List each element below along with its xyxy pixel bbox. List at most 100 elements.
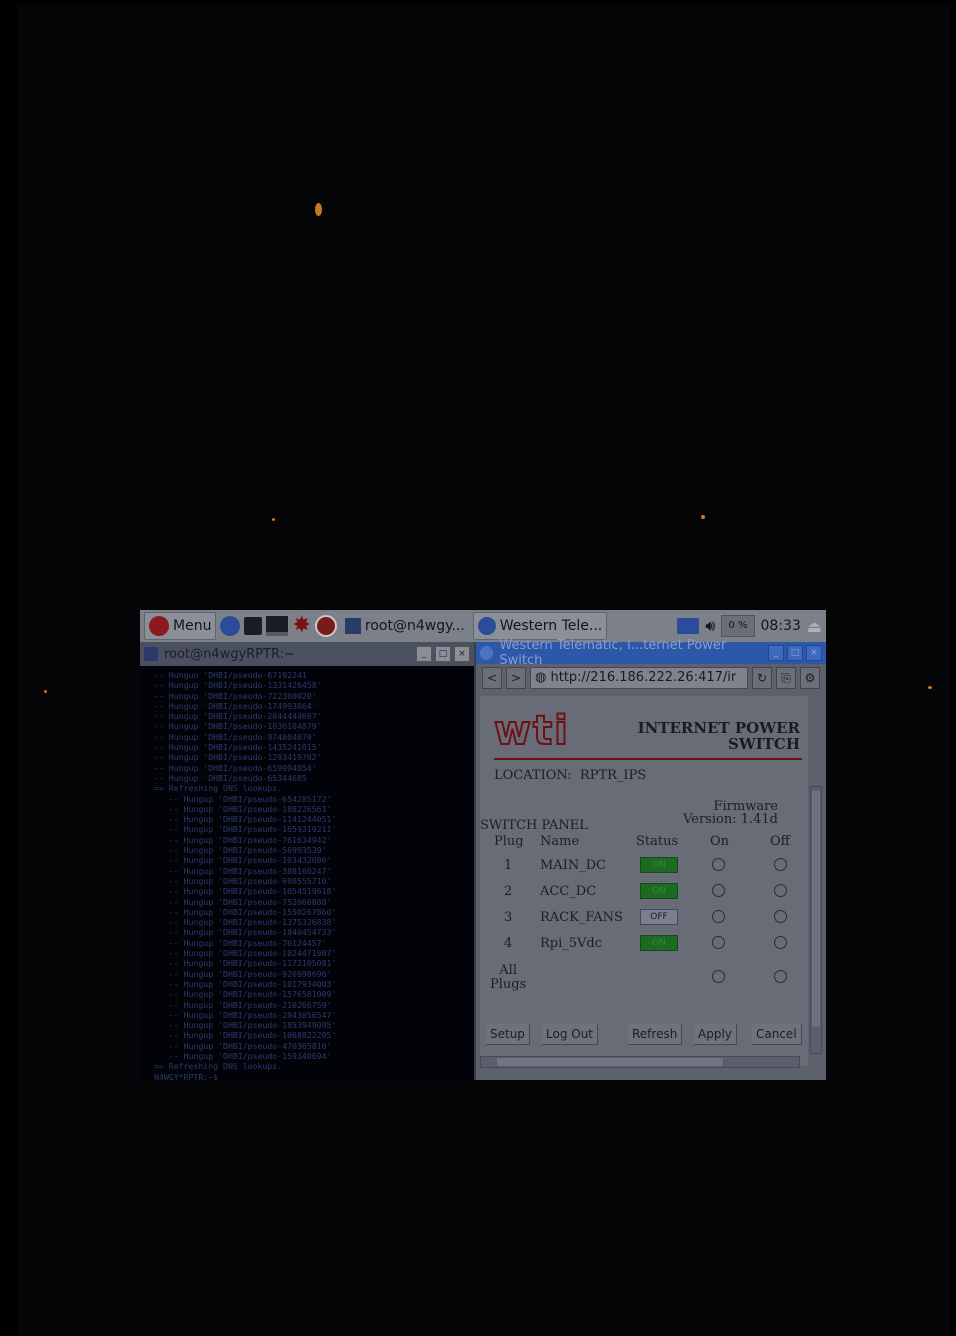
close-button[interactable]: × xyxy=(806,645,822,661)
browser-icon xyxy=(480,646,494,660)
col-off-header: Off xyxy=(770,834,790,849)
eject-icon[interactable]: ⏏ xyxy=(807,617,822,636)
browser-titlebar[interactable]: Western Telematic, I...ternet Power Swit… xyxy=(476,638,826,668)
terminal-line: -- Hungup 'DHBI/pseudo-103432086' xyxy=(154,855,332,866)
vertical-scrollbar[interactable] xyxy=(810,786,822,1054)
terminal-line: -- Hungup 'DHBI/pseudo-974004079' xyxy=(154,731,317,742)
status-badge: OFF xyxy=(640,909,678,925)
task-browser[interactable]: Western Tele... xyxy=(472,612,608,640)
horizontal-scrollbar[interactable] xyxy=(480,1056,800,1068)
browser-icon xyxy=(477,617,496,635)
bookmark-icon[interactable]: ⎘ xyxy=(776,667,796,689)
terminal-line: -- Hungup 'DHBI/pseudo-1331426458' xyxy=(154,680,322,691)
terminal-output[interactable]: -- Hunguo 'DHBI/pseudo-67192241 -- Hungup… xyxy=(140,666,474,1080)
all-off-radio[interactable] xyxy=(774,970,787,983)
terminal-line: -- Hungup 'DHBI/pseudo-1036104879' xyxy=(154,721,322,732)
terminal-line: -- Hungup 'DHBI/pseudo-159340694' xyxy=(154,1050,332,1061)
terminal-line: -- Hungup 'DHBI/pseudo-1024471987' xyxy=(154,948,337,959)
terminal-title: root@n4wgyRPTR:~ xyxy=(164,646,295,662)
terminal-window[interactable]: root@n4wgyRPTR:~ _ □ × -- Hunguo 'DHBI/p… xyxy=(140,642,476,1080)
close-button[interactable]: × xyxy=(454,646,470,662)
terminal-line: -- Hungup 'DHBI/pseudo-1550267860' xyxy=(154,906,337,917)
browser-window[interactable]: Western Telematic, I...ternet Power Swit… xyxy=(476,638,826,1080)
terminal-line: -- Hungup 'DHBI/pseudo-388160247' xyxy=(154,865,332,876)
back-button[interactable]: < xyxy=(482,667,502,689)
firmware-version: Firmware Version: 1.41d xyxy=(683,799,778,827)
all-on-radio[interactable] xyxy=(712,970,725,983)
minimize-button[interactable]: _ xyxy=(768,645,784,661)
plug-on-radio[interactable] xyxy=(712,936,725,949)
apply-button[interactable]: Apply xyxy=(694,1024,737,1045)
web-page: wti INTERNET POWER SWITCH LOCATION: RPTR… xyxy=(480,696,808,1066)
plug-off-radio[interactable] xyxy=(774,910,787,923)
terminal-line: -- Hungup 'DHBI/pseudo-56993539' xyxy=(154,845,327,856)
plug-off-radio[interactable] xyxy=(774,858,787,871)
status-badge: ON xyxy=(640,883,678,899)
terminal-line: -- Hungup 'DHBI/pseudo-698555710' xyxy=(154,875,332,886)
terminal-line: -- Hungup 'DHBI/pseudo-1435241615' xyxy=(154,742,322,753)
terminal-line: -- Hunguo 'DHBI/pseudo-67192241 xyxy=(154,670,307,680)
plug-number: 2 xyxy=(504,884,513,899)
terminal-line: -- Hungup 'DHBI/pseudo-752066888' xyxy=(154,896,332,907)
terminal-titlebar[interactable]: root@n4wgyRPTR:~ _ □ × xyxy=(140,642,474,666)
menu-button[interactable]: Menu xyxy=(144,612,217,640)
terminal-line: -- Hungup 'DHBI/pseudo-2043056547' xyxy=(154,1009,337,1020)
plug-off-radio[interactable] xyxy=(774,936,787,949)
terminal-line: -- Hungup 'DHBI/pseudo-2044444607' xyxy=(154,711,322,722)
gear-icon[interactable]: ⚙ xyxy=(800,667,820,689)
terminal-line: -- Hungup 'DHBI/pseudo-210266759' xyxy=(154,999,332,1010)
terminal-line: -- Hungup 'DHBI/pseudo-659994854' xyxy=(154,762,317,773)
col-on-header: On xyxy=(710,834,730,849)
cancel-button[interactable]: Cancel xyxy=(752,1024,802,1045)
maximize-button[interactable]: □ xyxy=(435,646,451,662)
network-icon[interactable] xyxy=(677,618,700,634)
monitor-icon[interactable] xyxy=(266,616,289,636)
plug-on-radio[interactable] xyxy=(712,910,725,923)
maximize-button[interactable]: □ xyxy=(787,645,803,661)
col-plug-header: Plug xyxy=(494,834,524,849)
cpu-monitor: 0 % xyxy=(721,615,755,637)
all-plugs-label: All Plugs xyxy=(490,963,527,992)
clock[interactable]: 08:33 xyxy=(761,618,801,634)
refresh-button[interactable]: Refresh xyxy=(628,1024,683,1045)
url-text: http://216.186.222.26:417/ir xyxy=(550,670,737,685)
plug-on-radio[interactable] xyxy=(712,858,725,871)
folder-icon[interactable] xyxy=(244,617,263,635)
reload-icon[interactable]: ↻ xyxy=(752,667,772,689)
setup-button[interactable]: Setup xyxy=(486,1024,530,1045)
terminal-line: -- Hungup 'DHBI/pseudo-1141244051' xyxy=(154,814,337,825)
location-label: LOCATION: RPTR_IPS xyxy=(494,768,647,783)
plug-on-radio[interactable] xyxy=(712,884,725,897)
page-title: INTERNET POWER SWITCH xyxy=(637,719,800,753)
status-badge: ON xyxy=(640,857,678,873)
terminal-line: -- Hungup 'DHBI/pseudo-188226561' xyxy=(154,803,332,814)
col-name-header: Name xyxy=(540,834,580,849)
globe-icon[interactable] xyxy=(220,616,241,636)
light-reflection xyxy=(701,515,705,519)
minimize-button[interactable]: _ xyxy=(416,646,432,662)
plug-off-radio[interactable] xyxy=(774,884,787,897)
terminal-line: -- Hungup 'DHBI/pseudo-1853949095' xyxy=(154,1020,337,1031)
terminal-line: -- Hungup 'DHBI/pseudo-654285172' xyxy=(154,793,332,804)
forward-button[interactable]: > xyxy=(506,667,526,689)
terminal-line: -- Hungup 'DHBI/pseudo-65344685 xyxy=(154,772,307,783)
wolfram-icon[interactable] xyxy=(314,615,337,637)
logout-button[interactable]: Log Out xyxy=(542,1024,599,1045)
terminal-line: N4WGY*RPTR:~$ xyxy=(154,1071,219,1080)
plug-number: 3 xyxy=(504,910,513,925)
address-bar[interactable]: ◍ http://216.186.222.26:417/ir xyxy=(530,667,748,689)
menu-label: Menu xyxy=(173,618,212,634)
task-terminal-label: root@n4wgy... xyxy=(364,618,465,634)
task-terminal[interactable]: root@n4wgy... xyxy=(341,613,469,639)
volume-icon[interactable]: 🔊︎ xyxy=(705,616,715,636)
terminal-line: -- Hungup 'DHBI/pseudo-470365816' xyxy=(154,1040,332,1051)
switch-panel-label: SWITCH PANEL xyxy=(480,818,588,833)
browser-title: Western Telematic, I...ternet Power Swit… xyxy=(499,638,727,668)
light-reflection xyxy=(315,203,322,216)
light-reflection xyxy=(44,690,47,693)
burst-icon[interactable]: ✸ xyxy=(292,615,310,637)
status-badge: ON xyxy=(640,935,678,951)
plug-name: ACC_DC xyxy=(540,884,597,899)
site-info-icon[interactable]: ◍ xyxy=(535,670,546,685)
divider xyxy=(494,758,802,760)
